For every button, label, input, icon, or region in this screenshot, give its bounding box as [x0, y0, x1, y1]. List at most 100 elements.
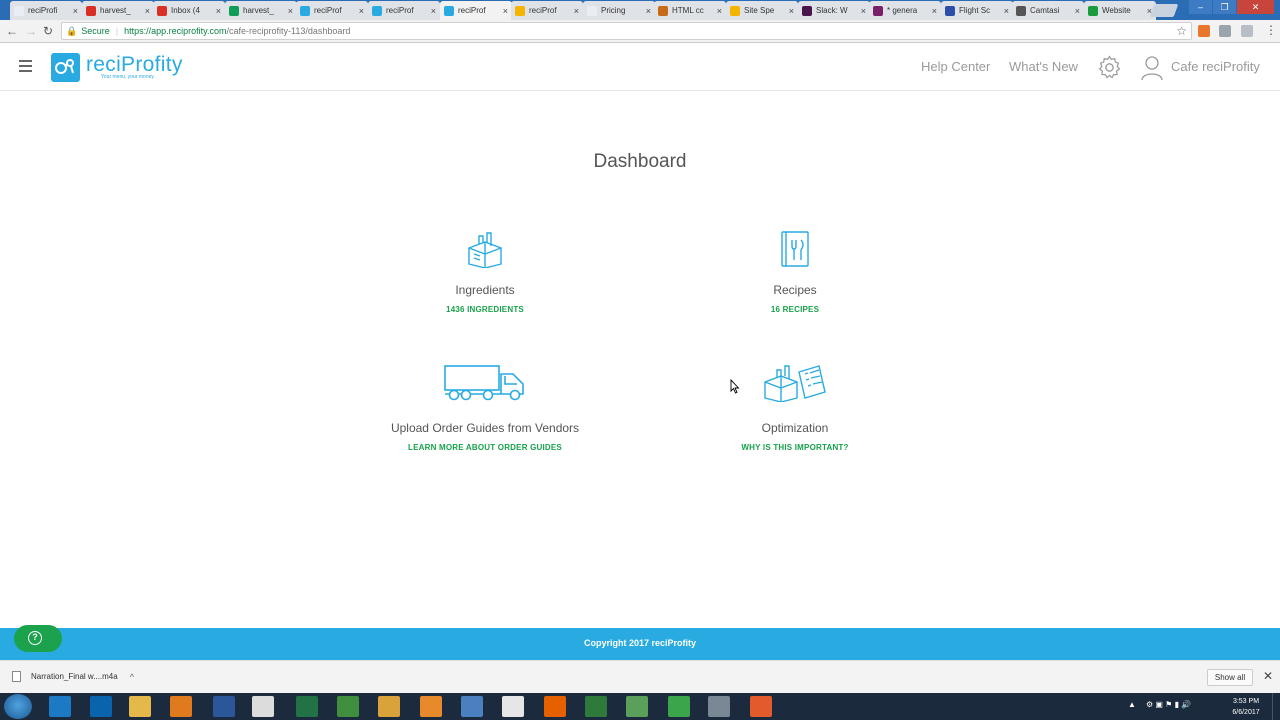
- tab-close-icon[interactable]: ×: [646, 6, 651, 16]
- help-question-icon: ?: [28, 631, 42, 645]
- tab-close-icon[interactable]: ×: [216, 6, 221, 16]
- card-link[interactable]: WHY IS THIS IMPORTANT?: [635, 443, 955, 452]
- taskbar-file-explorer-icon[interactable]: [129, 696, 151, 717]
- taskbar-camtasia-orange-icon[interactable]: [750, 696, 772, 717]
- card-label: Ingredients: [455, 283, 515, 297]
- taskbar-word-icon[interactable]: [213, 696, 235, 717]
- taskbar-app-s-icon[interactable]: [626, 696, 648, 717]
- window-controls: – ❐ ✕: [1188, 0, 1274, 14]
- chevron-up-icon[interactable]: ^: [130, 672, 134, 682]
- card-link[interactable]: 1436 INGREDIENTS: [325, 305, 645, 314]
- browser-tab[interactable]: * genera ×: [869, 1, 941, 20]
- tab-close-icon[interactable]: ×: [789, 6, 794, 16]
- order-guides-card[interactable]: Upload Order Guides from Vendors LEARN M…: [325, 362, 645, 452]
- tab-close-icon[interactable]: ×: [288, 6, 293, 16]
- tab-close-icon[interactable]: ×: [861, 6, 866, 16]
- taskbar-chrome-icon[interactable]: [252, 696, 274, 717]
- minimize-button[interactable]: –: [1188, 0, 1212, 14]
- browser-tab[interactable]: Pricing ×: [583, 1, 655, 20]
- taskbar-internet-explorer-icon[interactable]: [49, 696, 71, 717]
- taskbar-excel-icon[interactable]: [296, 696, 318, 717]
- url-input[interactable]: 🔒 Secure | https://app.reciprofity.com /…: [61, 22, 1192, 40]
- show-all-downloads-button[interactable]: Show all: [1207, 669, 1253, 686]
- help-center-link[interactable]: Help Center: [921, 59, 990, 74]
- browser-tab-strip: reciProfi × harvest_ × Inbox (4 × harvest_ × rec…: [0, 0, 1280, 20]
- forward-button[interactable]: →: [25, 24, 37, 38]
- system-clock[interactable]: 3:53 PM 6/6/2017: [1226, 696, 1266, 718]
- taskbar-firefox-icon[interactable]: [544, 696, 566, 717]
- tab-close-icon[interactable]: ×: [1075, 6, 1080, 16]
- card-link[interactable]: 16 RECIPES: [635, 305, 955, 314]
- help-button[interactable]: ?: [14, 625, 62, 652]
- show-desktop-button[interactable]: [1272, 693, 1280, 720]
- browser-tab[interactable]: reciProf ×: [511, 1, 583, 20]
- taskbar-outlook-icon[interactable]: [90, 696, 112, 717]
- tab-title: * genera: [887, 6, 918, 15]
- tab-close-icon[interactable]: ×: [359, 6, 364, 16]
- tab-close-icon[interactable]: ×: [145, 6, 150, 16]
- taskbar-app-gray-icon[interactable]: [708, 696, 730, 717]
- back-button[interactable]: ←: [6, 24, 18, 38]
- tab-close-icon[interactable]: ×: [717, 6, 722, 16]
- browser-tab[interactable]: Site Spe ×: [726, 1, 798, 20]
- extension-icon[interactable]: [1219, 25, 1231, 37]
- browser-tab[interactable]: reciProfi ×: [10, 1, 82, 20]
- window-close-button[interactable]: ✕: [1236, 0, 1274, 14]
- close-icon[interactable]: ✕: [1263, 669, 1273, 683]
- browser-tab[interactable]: HTML cc ×: [654, 1, 726, 20]
- new-tab-button[interactable]: [1149, 4, 1179, 17]
- taskbar-app-yellow-icon[interactable]: [378, 696, 400, 717]
- ingredients-card[interactable]: Ingredients 1436 INGREDIENTS: [325, 230, 645, 314]
- browser-tab[interactable]: Camtasi ×: [1012, 1, 1084, 20]
- url-path: /cafe-reciprofity-113/dashboard: [226, 26, 351, 36]
- taskbar-media-player-icon[interactable]: [170, 696, 192, 717]
- browser-tab[interactable]: harvest_ ×: [225, 1, 297, 20]
- extension-icon[interactable]: [1241, 25, 1253, 37]
- browser-tab[interactable]: Website ×: [1084, 1, 1156, 20]
- tray-arrow-icon[interactable]: ▲: [1128, 700, 1136, 709]
- gear-icon[interactable]: [1097, 55, 1122, 80]
- tab-close-icon[interactable]: ×: [503, 6, 508, 16]
- tab-close-icon[interactable]: ×: [73, 6, 78, 16]
- tab-title: Site Spe: [744, 6, 775, 15]
- tab-close-icon[interactable]: ×: [574, 6, 579, 16]
- taskbar-camtasia-green-icon[interactable]: [668, 696, 690, 717]
- optimization-card[interactable]: Optimization WHY IS THIS IMPORTANT?: [635, 362, 955, 452]
- tab-close-icon[interactable]: ×: [932, 6, 937, 16]
- maximize-button[interactable]: ❐: [1212, 0, 1236, 14]
- browser-tab[interactable]: reciProf ×: [296, 1, 368, 20]
- card-label: Recipes: [773, 283, 817, 297]
- truck-icon: [444, 365, 524, 401]
- browser-menu-icon[interactable]: ⋮: [1265, 24, 1277, 36]
- start-button[interactable]: [4, 694, 32, 719]
- card-link[interactable]: LEARN MORE ABOUT ORDER GUIDES: [325, 443, 645, 452]
- taskbar-app-ledger-icon[interactable]: [502, 696, 524, 717]
- download-item[interactable]: Narration_Final w....m4a ^: [12, 671, 134, 682]
- tab-title: Inbox (4: [171, 6, 200, 15]
- extension-icon[interactable]: [1198, 25, 1210, 37]
- hamburger-menu-icon[interactable]: [19, 60, 32, 72]
- copyright-text: Copyright 2017 reciProfity: [583, 638, 697, 648]
- taskbar-app-circle-icon[interactable]: [585, 696, 607, 717]
- taskbar-app-blue-icon[interactable]: [461, 696, 483, 717]
- browser-tab[interactable]: reciProf ×: [440, 1, 512, 20]
- browser-tab[interactable]: harvest_ ×: [82, 1, 154, 20]
- taskbar-app-green-icon[interactable]: [337, 696, 359, 717]
- browser-tab[interactable]: reciProf ×: [368, 1, 440, 20]
- browser-tab[interactable]: Inbox (4 ×: [153, 1, 225, 20]
- reload-button[interactable]: ↻: [43, 24, 53, 38]
- logo-icon[interactable]: [51, 53, 80, 82]
- tab-favicon-icon: [873, 5, 883, 16]
- page-title: Dashboard: [593, 151, 687, 172]
- user-icon[interactable]: [1141, 55, 1163, 81]
- bookmark-star-icon[interactable]: ☆: [1176, 24, 1187, 38]
- whats-new-link[interactable]: What's New: [1009, 59, 1078, 74]
- recipes-card[interactable]: Recipes 16 RECIPES: [635, 230, 955, 314]
- taskbar-app-orange-icon[interactable]: [420, 696, 442, 717]
- tab-close-icon[interactable]: ×: [431, 6, 436, 16]
- tab-title: Pricing: [601, 6, 626, 15]
- browser-tab[interactable]: Flight Sc ×: [941, 1, 1013, 20]
- browser-tab[interactable]: Slack: W ×: [798, 1, 870, 20]
- tab-close-icon[interactable]: ×: [1004, 6, 1009, 16]
- account-name[interactable]: Cafe reciProfity: [1171, 59, 1260, 74]
